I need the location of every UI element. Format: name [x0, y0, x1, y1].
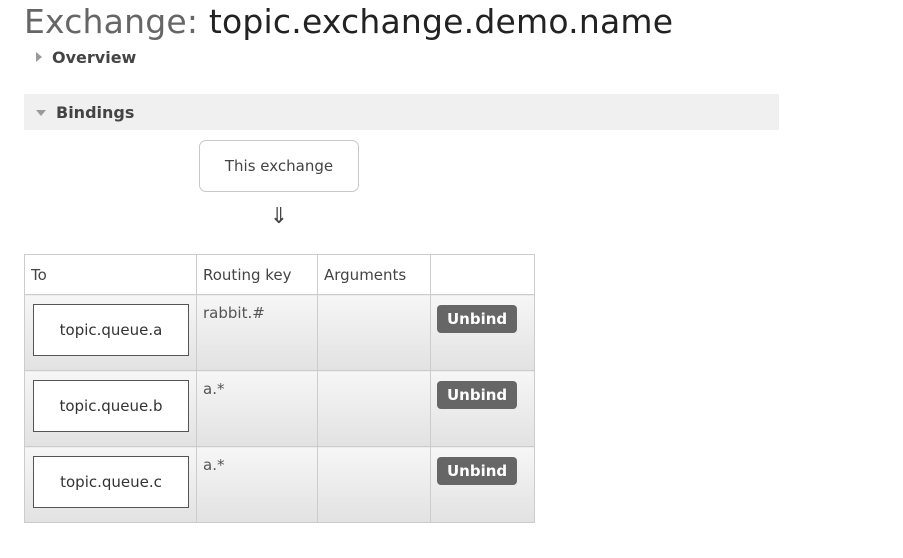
queue-link-topic-queue-c[interactable]: topic.queue.c	[33, 456, 189, 508]
routing-key-cell: a.*	[196, 370, 318, 447]
table-row: topic.queue.b a.* Unbind	[24, 370, 535, 447]
unbind-button[interactable]: Unbind	[437, 457, 518, 485]
overview-section-toggle[interactable]: Overview	[24, 39, 779, 75]
arguments-cell	[317, 294, 431, 371]
binding-destination-cell: topic.queue.a	[24, 294, 197, 371]
down-arrow-icon: ⇓	[269, 203, 289, 229]
column-header-arguments: Arguments	[317, 254, 431, 295]
column-header-routing-key: Routing key	[196, 254, 318, 295]
table-row: topic.queue.c a.* Unbind	[24, 446, 535, 523]
binding-destination-cell: topic.queue.b	[24, 370, 197, 447]
page-title-prefix: Exchange:	[24, 2, 199, 41]
column-header-actions	[430, 254, 535, 295]
unbind-button[interactable]: Unbind	[437, 381, 518, 409]
binding-destination-cell: topic.queue.c	[24, 446, 197, 523]
this-exchange-box: This exchange	[199, 140, 359, 192]
exchange-name: topic.exchange.demo.name	[208, 2, 674, 41]
bindings-section-label: Bindings	[56, 102, 135, 122]
queue-link-topic-queue-a[interactable]: topic.queue.a	[33, 304, 189, 356]
action-cell: Unbind	[430, 446, 535, 523]
column-header-to: To	[24, 254, 197, 295]
routing-key: rabbit.#	[203, 304, 265, 322]
bindings-section-toggle[interactable]: Bindings	[24, 94, 779, 130]
arguments-cell	[317, 446, 431, 523]
table-header-row: To Routing key Arguments	[24, 254, 535, 295]
routing-key: a.*	[203, 456, 225, 474]
bindings-table: To Routing key Arguments topic.queue.a r…	[24, 254, 535, 523]
action-cell: Unbind	[430, 370, 535, 447]
arguments-cell	[317, 370, 431, 447]
triangle-right-icon	[36, 52, 42, 62]
unbind-button[interactable]: Unbind	[437, 305, 518, 333]
triangle-down-icon	[36, 110, 46, 116]
overview-section-label: Overview	[52, 47, 137, 67]
table-row: topic.queue.a rabbit.# Unbind	[24, 294, 535, 371]
routing-key-cell: rabbit.#	[196, 294, 318, 371]
routing-key-cell: a.*	[196, 446, 318, 523]
routing-key: a.*	[203, 380, 225, 398]
action-cell: Unbind	[430, 294, 535, 371]
queue-link-topic-queue-b[interactable]: topic.queue.b	[33, 380, 189, 432]
page-title: Exchange: topic.exchange.demo.name	[24, 2, 673, 42]
